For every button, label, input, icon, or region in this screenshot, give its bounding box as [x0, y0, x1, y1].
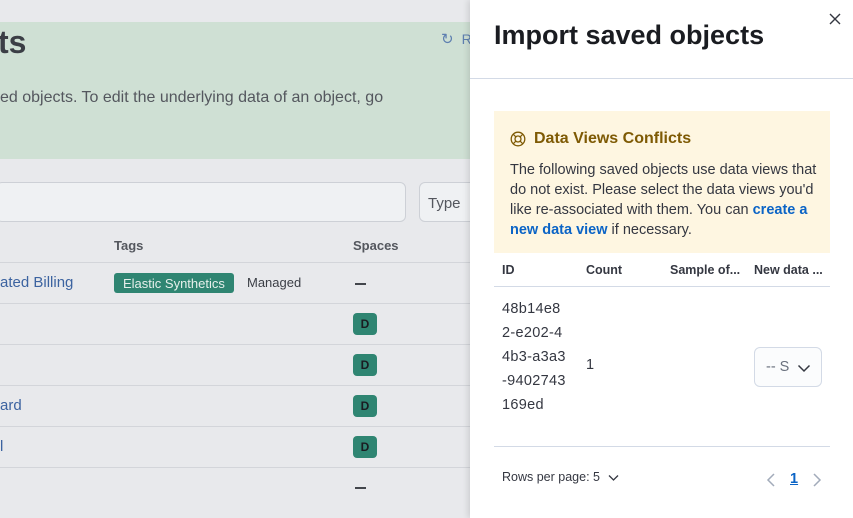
- chevron-down-icon: [608, 474, 619, 481]
- row-divider: [0, 467, 470, 468]
- tag-badge[interactable]: Elastic Synthetics: [114, 273, 234, 293]
- callout-body: The following saved objects use data vie…: [510, 160, 818, 240]
- flyout-title: Import saved objects: [494, 20, 765, 50]
- empty-space-dash: [355, 487, 366, 489]
- flyout-header-divider: [470, 78, 853, 79]
- row-divider: [0, 385, 470, 386]
- callout-header: Data Views Conflicts: [510, 129, 814, 149]
- close-icon: [829, 13, 841, 25]
- help-lifebuoy-icon: [510, 131, 526, 147]
- space-avatar: D: [353, 436, 377, 458]
- callout-text-suffix: if necessary.: [607, 222, 692, 238]
- page-title: ts: [0, 24, 27, 60]
- import-flyout: Import saved objects Data Views Conflict…: [470, 0, 853, 518]
- rows-per-page-button[interactable]: Rows per page: 5: [502, 470, 619, 484]
- empty-space-dash: [355, 283, 366, 285]
- tags-column-header[interactable]: Tags: [114, 238, 143, 253]
- close-button[interactable]: [824, 8, 846, 30]
- page-number-button[interactable]: 1: [790, 471, 798, 487]
- saved-object-link[interactable]: ard: [0, 397, 22, 414]
- space-avatar: D: [353, 395, 377, 417]
- new-data-view-select[interactable]: -- Select --: [754, 347, 822, 387]
- table-header: ID Count Sample of... New data ...: [494, 253, 830, 287]
- space-avatar: D: [353, 313, 377, 335]
- search-input[interactable]: [0, 182, 406, 222]
- table-row: 48b14e82-e202-44b3-a3a3-9402743169ed 1 -…: [494, 287, 830, 447]
- tag-badge[interactable]: Managed: [247, 275, 301, 290]
- id-column-header: ID: [502, 263, 515, 277]
- row-divider: [0, 426, 470, 427]
- count-cell: 1: [586, 357, 595, 373]
- refresh-icon: ↻: [441, 31, 454, 48]
- row-divider: [0, 303, 470, 304]
- saved-object-link[interactable]: ated Billing: [0, 274, 73, 291]
- row-divider: [0, 262, 470, 263]
- callout-title: Data Views Conflicts: [534, 130, 692, 147]
- row-divider: [0, 344, 470, 345]
- refresh-button[interactable]: ↻ R: [441, 30, 472, 48]
- saved-object-link[interactable]: l: [0, 438, 3, 455]
- chevron-left-icon[interactable]: [766, 472, 776, 488]
- id-cell: 48b14e82-e202-44b3-a3a3-9402743169ed: [502, 301, 566, 413]
- conflicts-table: ID Count Sample of... New data ... 48b14…: [494, 253, 830, 447]
- select-value: -- Select --: [766, 359, 790, 375]
- chevron-right-icon[interactable]: [812, 472, 822, 488]
- new-data-view-column-header: New data ...: [754, 263, 823, 277]
- page-description: ed objects. To edit the underlying data …: [0, 89, 384, 106]
- sample-column-header: Sample of...: [670, 263, 741, 277]
- count-column-header: Count: [586, 263, 623, 277]
- space-avatar: D: [353, 354, 377, 376]
- rows-per-page-label: Rows per page: 5: [502, 470, 600, 484]
- data-views-conflicts-callout: Data Views Conflicts The following saved…: [494, 111, 830, 253]
- spaces-column-header[interactable]: Spaces: [353, 238, 399, 253]
- chevron-down-icon: [797, 364, 811, 373]
- pagination: 1: [766, 470, 826, 490]
